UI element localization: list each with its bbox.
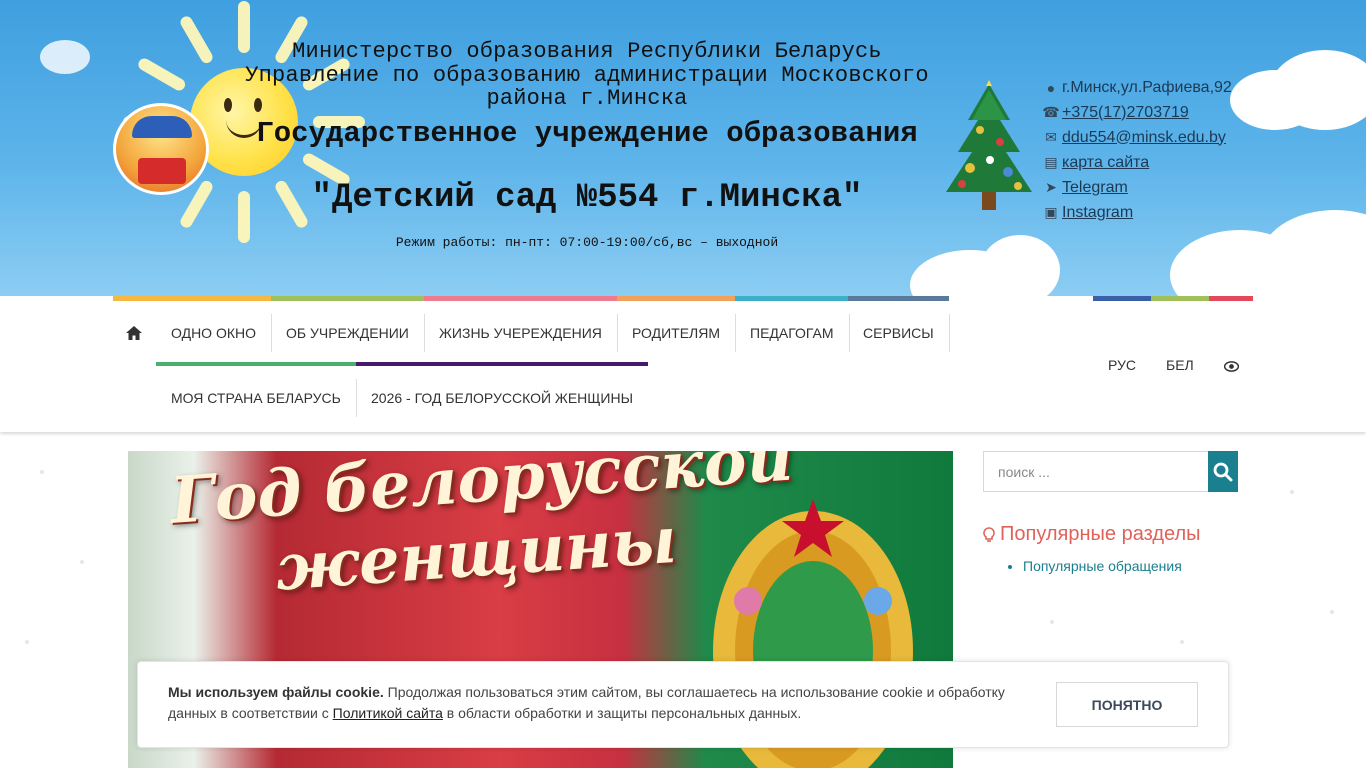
snow-decoration — [1290, 490, 1294, 494]
cookie-accept-button[interactable]: ПОНЯТНО — [1056, 682, 1198, 727]
cloud-decoration — [980, 235, 1060, 296]
cookie-banner: Мы используем файлы cookie. Продолжая по… — [137, 661, 1229, 748]
lang-by-link[interactable]: БЕЛ — [1166, 357, 1194, 373]
cloud-decoration — [40, 40, 90, 74]
kindergarten-title: "Детский сад №554 г.Минска" — [311, 179, 863, 217]
nav-item-parents[interactable]: РОДИТЕЛЯМ — [617, 314, 737, 352]
eye-icon[interactable] — [1224, 361, 1239, 372]
popular-sections-title: Популярные разделы — [983, 523, 1201, 546]
snow-decoration — [25, 640, 29, 644]
snow-decoration — [1180, 640, 1184, 644]
contact-telegram: ➤ Telegram — [1040, 175, 1260, 200]
sun-ray — [136, 56, 188, 93]
home-icon[interactable] — [124, 323, 144, 343]
phone-icon: ☎ — [1042, 104, 1060, 120]
snow-decoration — [1330, 610, 1334, 614]
search-input[interactable] — [983, 451, 1209, 492]
cloud-decoration — [1260, 210, 1366, 296]
telegram-icon: ➤ — [1045, 179, 1057, 195]
working-hours: Режим работы: пн-пт: 07:00-19:00/сб,вс –… — [395, 235, 779, 250]
contact-instagram: ▣ Instagram — [1040, 200, 1260, 225]
lightbulb-icon — [983, 526, 995, 542]
instagram-link[interactable]: Instagram — [1062, 204, 1133, 222]
contact-email: ✉ ddu554@minsk.edu.by — [1040, 125, 1260, 150]
email-link[interactable]: ddu554@minsk.edu.by — [1062, 129, 1226, 147]
popular-link[interactable]: Популярные обращения — [1023, 558, 1182, 574]
contact-sitemap: ▤ карта сайта — [1040, 150, 1260, 175]
snow-decoration — [80, 560, 84, 564]
nav-underline — [156, 362, 356, 366]
kindergarten-logo-icon[interactable] — [113, 103, 209, 195]
nav-item-teachers[interactable]: ПЕДАГОГАМ — [735, 314, 850, 352]
image-icon: ▣ — [1044, 204, 1058, 220]
nav-item-one-window[interactable]: ОДНО ОКНО — [156, 314, 272, 352]
contact-address: ● г.Минск,ул.Рафиева,92 — [1040, 75, 1260, 100]
sitemap-icon: ▤ — [1044, 154, 1058, 170]
nav-item-my-country[interactable]: МОЯ СТРАНА БЕЛАРУСЬ — [156, 379, 357, 417]
contact-phone: ☎ +375(17)2703719 — [1040, 100, 1260, 125]
nav-item-women-year[interactable]: 2026 - ГОД БЕЛОРУССКОЙ ЖЕНЩИНЫ — [356, 379, 648, 417]
banner-title: Год белорусской женщины — [167, 451, 796, 606]
map-marker-icon: ● — [1046, 79, 1056, 96]
main-navigation: ОДНО ОКНО ОБ УЧРЕЖДЕНИИ ЖИЗНЬ УЧЕРЕЖДЕНИ… — [0, 301, 1366, 432]
site-header: Министерство образования Республики Бела… — [0, 0, 1366, 296]
nav-underline — [356, 362, 648, 366]
sun-ray — [178, 14, 215, 66]
nav-item-life[interactable]: ЖИЗНЬ УЧЕРЕЖДЕНИЯ — [424, 314, 618, 352]
telegram-link[interactable]: Telegram — [1062, 179, 1128, 197]
phone-link[interactable]: +375(17)2703719 — [1062, 104, 1189, 122]
ministry-title: Министерство образования Республики Бела… — [245, 39, 929, 111]
institution-title: Государственное учреждение образования — [256, 117, 918, 150]
cookie-text: Мы используем файлы cookie. Продолжая по… — [168, 684, 1005, 721]
contacts-block: ● г.Минск,ул.Рафиева,92 ☎ +375(17)270371… — [1040, 75, 1260, 225]
lang-ru-link[interactable]: РУС — [1108, 357, 1136, 373]
search-icon — [1213, 462, 1233, 481]
list-item: Популярные обращения — [1023, 558, 1182, 574]
nav-item-services[interactable]: СЕРВИСЫ — [848, 314, 950, 352]
snow-decoration — [40, 470, 44, 474]
search-button[interactable] — [1208, 451, 1238, 492]
snow-decoration — [1050, 620, 1054, 624]
privacy-policy-link[interactable]: Политикой сайта — [333, 705, 443, 721]
nav-item-about[interactable]: ОБ УЧРЕЖДЕНИИ — [271, 314, 425, 352]
popular-list: Популярные обращения — [1023, 558, 1182, 574]
sitemap-link[interactable]: карта сайта — [1062, 154, 1149, 172]
envelope-icon: ✉ — [1045, 129, 1057, 145]
search-form — [983, 451, 1238, 492]
christmas-tree-icon — [946, 80, 1032, 210]
